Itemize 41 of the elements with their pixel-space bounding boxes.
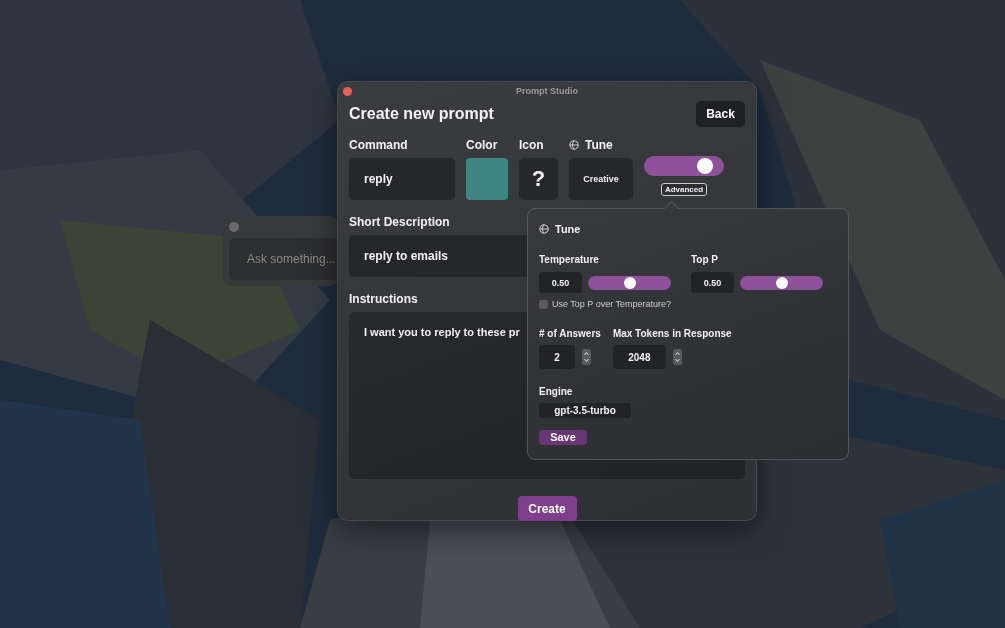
advanced-toggle[interactable] xyxy=(644,156,724,176)
answers-field[interactable]: 2 xyxy=(539,345,575,369)
field-label: Color xyxy=(466,138,498,152)
field-label: Top P xyxy=(691,254,719,265)
field-label: Max Tokens in Response xyxy=(612,328,732,339)
tune-button[interactable]: Creative xyxy=(569,158,633,200)
slider-thumb[interactable] xyxy=(623,276,636,289)
field-label: Icon xyxy=(519,138,544,152)
create-button[interactable]: Create xyxy=(517,496,577,521)
value-field[interactable]: 0.50 xyxy=(539,272,582,293)
field-label: Temperature xyxy=(539,254,599,265)
window-dot xyxy=(229,222,239,232)
field-label: # of Answers xyxy=(539,328,601,339)
field-label: Short Description xyxy=(349,215,450,229)
value-field[interactable]: 0.50 xyxy=(691,272,734,293)
globe-icon xyxy=(569,140,579,150)
close-button[interactable] xyxy=(343,87,352,96)
ask-field[interactable]: Ask something... xyxy=(229,238,338,280)
stepper-icon[interactable] xyxy=(582,349,591,365)
slider-thumb[interactable] xyxy=(775,276,788,289)
icon-picker[interactable]: ? xyxy=(519,158,558,200)
globe-icon xyxy=(539,224,549,234)
engine-field[interactable]: gpt-3.5-turbo xyxy=(539,403,631,418)
field-label: Command xyxy=(349,138,408,152)
temperature-slider[interactable] xyxy=(588,275,671,290)
top-p-slider[interactable] xyxy=(740,275,823,290)
page-heading: Create new prompt xyxy=(349,105,494,123)
field-label: Tune xyxy=(585,138,613,152)
advanced-tag: Advanced xyxy=(660,183,708,196)
command-field[interactable]: reply xyxy=(349,158,455,200)
popover-title: Tune xyxy=(555,223,581,235)
stepper-icon[interactable] xyxy=(672,349,682,365)
back-button[interactable]: Back xyxy=(696,101,745,127)
window-title: Prompt Studio xyxy=(516,86,578,96)
save-button[interactable]: Save xyxy=(539,429,587,445)
checkbox-label: Use Top P over Temperature? xyxy=(552,299,672,309)
checkbox[interactable] xyxy=(539,299,548,309)
field-label: Engine xyxy=(539,386,573,397)
color-swatch[interactable] xyxy=(466,158,508,200)
max-tokens-field[interactable]: 2048 xyxy=(612,345,666,369)
field-label: Instructions xyxy=(349,292,418,306)
